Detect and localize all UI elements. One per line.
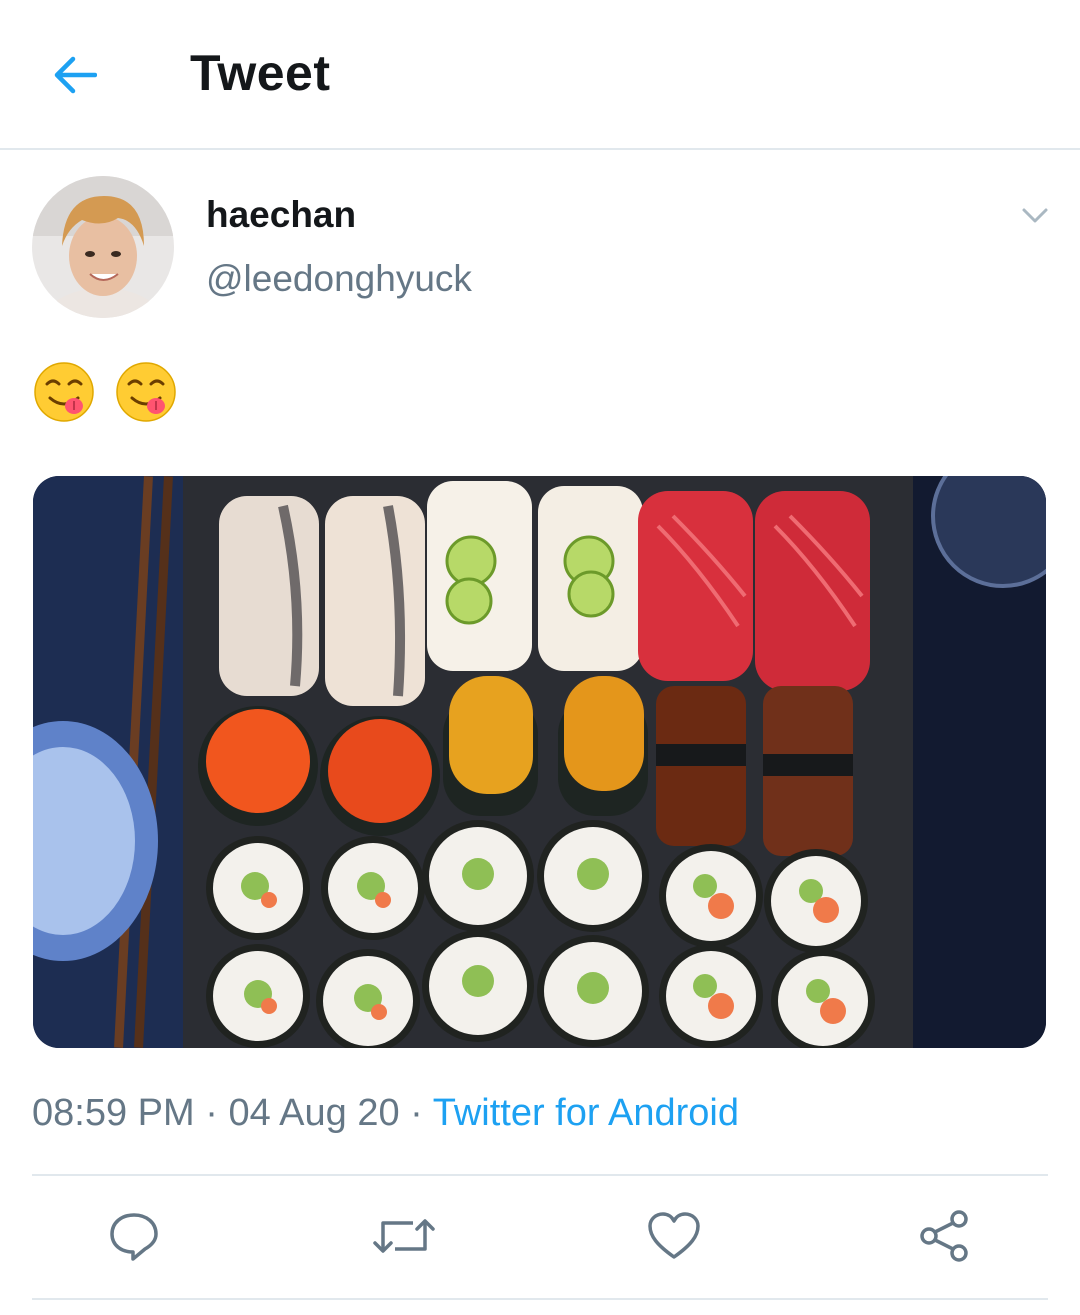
share-button[interactable] xyxy=(912,1204,976,1268)
divider xyxy=(32,1174,1048,1176)
arrow-left-icon xyxy=(54,56,97,94)
retweet-icon xyxy=(373,1219,435,1253)
meta-separator: · xyxy=(410,1092,423,1134)
meta-separator: · xyxy=(205,1092,218,1134)
heart-icon xyxy=(648,1212,700,1259)
tweet-time: 08:59 PM xyxy=(32,1092,195,1134)
tweet-date: 04 Aug 20 xyxy=(228,1092,400,1134)
author-name[interactable]: haechan xyxy=(206,194,356,236)
avatar-image xyxy=(32,176,174,318)
chevron-down-icon xyxy=(1022,208,1048,223)
top-bar: Tweet xyxy=(0,0,1080,150)
reply-icon xyxy=(110,1213,158,1261)
more-options-button[interactable] xyxy=(1010,196,1060,236)
reply-button[interactable] xyxy=(102,1204,166,1268)
like-button[interactable] xyxy=(642,1204,706,1268)
tweet-photo[interactable] xyxy=(33,476,1046,1048)
page-title: Tweet xyxy=(190,45,331,101)
avatar[interactable] xyxy=(32,176,174,318)
share-icon xyxy=(920,1210,968,1262)
tweet-text xyxy=(32,360,178,424)
author-handle[interactable]: @leedonghyuck xyxy=(206,258,472,300)
yum-face-emoji-icon xyxy=(116,362,176,422)
sushi-photo xyxy=(33,476,1046,1048)
back-button[interactable] xyxy=(44,48,104,102)
divider xyxy=(32,1298,1048,1300)
action-bar xyxy=(0,1180,1080,1290)
tweet-source-link[interactable]: Twitter for Android xyxy=(433,1092,739,1134)
tweet-meta: 08:59 PM · 04 Aug 20 · Twitter for Andro… xyxy=(32,1092,739,1135)
retweet-button[interactable] xyxy=(372,1204,436,1268)
yum-face-emoji-icon xyxy=(34,362,94,422)
